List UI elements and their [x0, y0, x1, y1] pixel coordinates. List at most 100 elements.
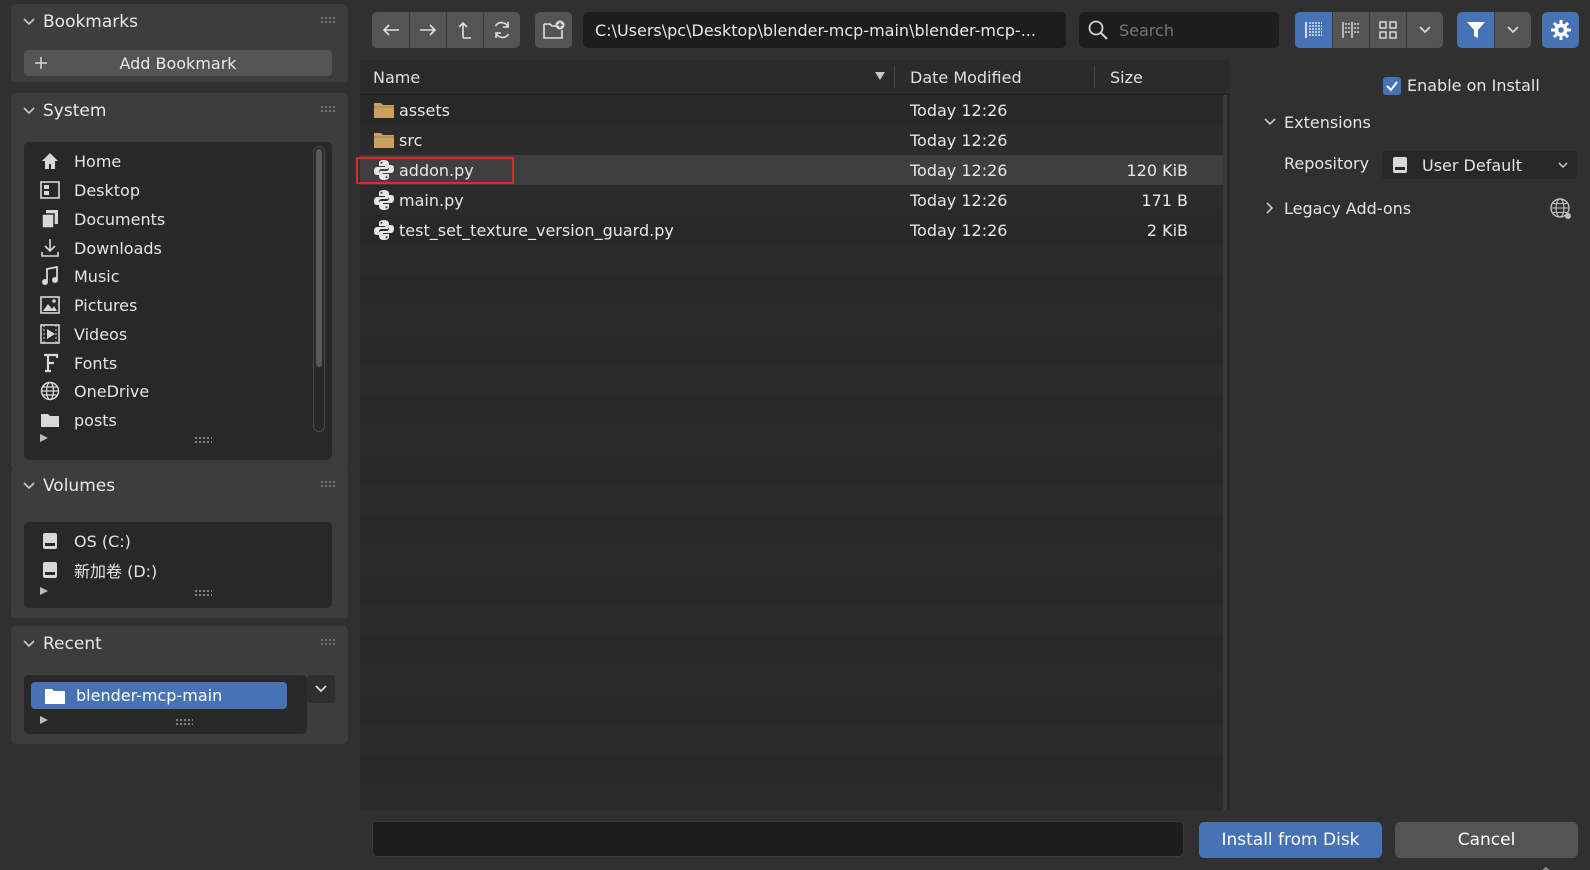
chevron-down-icon	[23, 640, 35, 648]
enable-on-install-label: Enable on Install	[1407, 76, 1540, 95]
file-list-scrollbar[interactable]	[1223, 95, 1227, 810]
search-icon	[1088, 20, 1108, 40]
sort-descending-icon[interactable]	[875, 72, 885, 80]
column-header-name[interactable]: Name	[373, 60, 883, 95]
volumes-header[interactable]: Volumes	[21, 468, 115, 504]
new-folder-button[interactable]	[535, 12, 572, 48]
thumbnails-view-button[interactable]	[1369, 12, 1406, 48]
file-row-main[interactable]: main.py Today 12:26 171 B	[360, 185, 1223, 215]
system-scrollbar[interactable]	[313, 146, 325, 432]
panel-drag-handle[interactable]	[320, 480, 336, 488]
file-row-src[interactable]: src Today 12:26	[360, 125, 1223, 155]
recent-header[interactable]: Recent	[21, 626, 102, 662]
sidebar-item-os-c[interactable]: OS (C:)	[38, 527, 131, 555]
horizontal-list-view-button[interactable]	[1332, 12, 1369, 48]
sidebar-item-onedrive[interactable]: OneDrive	[38, 377, 149, 405]
column-header-size[interactable]: Size	[1110, 60, 1143, 95]
sidebar-item-documents[interactable]: Documents	[38, 205, 165, 233]
filter-toggle-button[interactable]	[1457, 12, 1494, 48]
expand-triangle-icon[interactable]	[40, 716, 48, 724]
parent-directory-button[interactable]	[446, 12, 483, 48]
panel-drag-handle[interactable]	[320, 16, 336, 24]
desktop-icon	[38, 178, 62, 202]
install-from-disk-button[interactable]: Install from Disk	[1199, 822, 1382, 858]
panel-drag-handle[interactable]	[320, 105, 336, 113]
list-resize-handle[interactable]	[194, 436, 212, 444]
recent-list: blender-mcp-main	[24, 675, 307, 734]
column-divider[interactable]	[894, 66, 895, 88]
system-panel: System Home Desktop Documents Downloads …	[11, 93, 348, 470]
extensions-section-header[interactable]: Extensions	[1262, 110, 1371, 134]
file-row-assets[interactable]: assets Today 12:26	[360, 95, 1223, 125]
settings-button[interactable]	[1542, 12, 1579, 48]
sidebar-item-home[interactable]: Home	[38, 147, 121, 175]
sidebar-item-label: Pictures	[74, 295, 138, 315]
cancel-label: Cancel	[1457, 830, 1516, 850]
internet-globe-icon[interactable]	[1549, 197, 1573, 225]
column-header-date[interactable]: Date Modified	[910, 60, 1022, 95]
enable-on-install-checkbox[interactable]: Enable on Install	[1383, 76, 1540, 95]
sidebar-item-posts[interactable]: posts	[38, 406, 117, 434]
add-bookmark-button[interactable]: Add Bookmark	[24, 50, 332, 76]
videos-icon	[38, 322, 62, 346]
system-header[interactable]: System	[21, 93, 106, 129]
path-field[interactable]: C:\Users\pc\Desktop\blender-mcp-main\ble…	[583, 12, 1066, 48]
file-date: Today 12:26	[910, 160, 1008, 180]
recent-title: Recent	[43, 634, 102, 654]
bookmarks-header[interactable]: Bookmarks	[21, 4, 138, 40]
drive-icon	[1393, 157, 1407, 173]
extensions-label: Extensions	[1284, 112, 1371, 132]
scrollbar-thumb[interactable]	[316, 149, 322, 367]
refresh-button[interactable]	[483, 12, 520, 48]
list-resize-handle[interactable]	[194, 589, 212, 597]
sidebar-item-videos[interactable]: Videos	[38, 320, 127, 348]
drive-icon	[38, 529, 62, 553]
column-divider[interactable]	[1094, 66, 1095, 88]
sidebar-item-downloads[interactable]: Downloads	[38, 234, 162, 262]
filter-options-dropdown[interactable]	[1494, 12, 1531, 48]
repository-label: Repository	[1284, 154, 1370, 173]
sidebar-item-music[interactable]: Music	[38, 262, 120, 290]
back-button[interactable]	[372, 12, 409, 48]
repository-dropdown[interactable]: User Default	[1382, 151, 1577, 179]
sidebar-item-d[interactable]: 新加卷 (D:)	[38, 556, 157, 584]
filename-field[interactable]	[372, 821, 1184, 857]
sidebar-item-label: Documents	[74, 209, 166, 229]
search-input[interactable]	[1119, 20, 1269, 40]
arrow-up-icon	[458, 21, 471, 39]
sidebar-item-fonts[interactable]: Fonts	[38, 349, 117, 377]
expand-triangle-icon[interactable]	[40, 434, 48, 442]
recent-item-blender-mcp-main[interactable]: blender-mcp-main	[31, 682, 287, 709]
sidebar-item-pictures[interactable]: Pictures	[38, 291, 137, 319]
chevron-up-icon[interactable]	[1538, 860, 1554, 870]
volumes-title: Volumes	[43, 476, 116, 496]
sidebar-item-label: OS (C:)	[74, 531, 131, 551]
file-date: Today 12:26	[910, 190, 1008, 210]
file-size: 120 KiB	[1126, 160, 1188, 180]
vertical-list-view-button[interactable]	[1295, 12, 1332, 48]
folder-icon	[38, 408, 62, 432]
panel-drag-handle[interactable]	[320, 638, 336, 646]
recent-dropdown-button[interactable]	[307, 675, 335, 703]
chevron-down-icon	[1558, 162, 1568, 169]
sidebar-item-label: Fonts	[74, 353, 118, 373]
install-label: Install from Disk	[1221, 830, 1360, 850]
sidebar-item-desktop[interactable]: Desktop	[38, 176, 140, 204]
python-icon	[373, 215, 395, 245]
search-field[interactable]	[1079, 12, 1279, 48]
file-name: test_set_texture_version_guard.py	[399, 220, 674, 240]
list-resize-handle[interactable]	[175, 718, 193, 726]
cancel-button[interactable]: Cancel	[1395, 822, 1578, 858]
folder-icon	[373, 125, 395, 155]
forward-button[interactable]	[409, 12, 446, 48]
display-options-dropdown[interactable]	[1406, 12, 1443, 48]
sidebar-item-label: posts	[74, 410, 117, 430]
downloads-icon	[38, 236, 62, 260]
system-list: Home Desktop Documents Downloads Music P…	[24, 142, 332, 460]
system-title: System	[43, 101, 107, 121]
file-row-test-set-texture[interactable]: test_set_texture_version_guard.py Today …	[360, 215, 1223, 245]
drive-icon	[38, 558, 62, 582]
legacy-addons-section-header[interactable]: Legacy Add-ons	[1262, 196, 1411, 220]
globe-icon	[38, 379, 62, 403]
expand-triangle-icon[interactable]	[40, 587, 48, 595]
